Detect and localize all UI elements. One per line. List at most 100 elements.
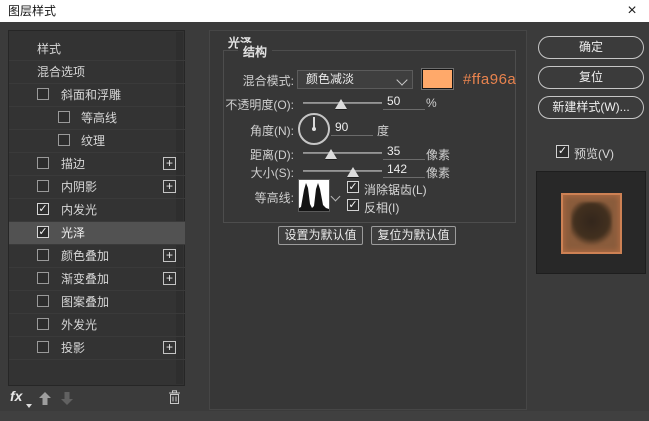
group-title: 结构 [238, 43, 272, 60]
opacity-label: 不透明度(O): [210, 96, 294, 113]
ok-button[interactable]: 确定 [538, 36, 644, 59]
sidebar-item-label: 等高线 [81, 107, 117, 129]
arrow-down-icon[interactable] [60, 391, 74, 411]
reset-default-button[interactable]: 复位为默认值 [371, 226, 456, 245]
blend-mode-value: 颜色减淡 [306, 72, 354, 86]
distance-slider-thumb[interactable] [325, 149, 337, 159]
effect-checkbox[interactable] [58, 134, 70, 146]
contour-thumbnail[interactable] [298, 179, 330, 212]
make-default-button[interactable]: 设置为默认值 [278, 226, 363, 245]
contour-label: 等高线: [210, 189, 294, 206]
size-input[interactable]: 142 [383, 162, 425, 178]
effect-checkbox[interactable]: ✓ [37, 226, 49, 238]
close-icon[interactable]: × [621, 0, 643, 22]
add-effect-icon[interactable]: + [163, 341, 176, 354]
angle-input[interactable]: 90 [331, 120, 373, 136]
effect-checkbox[interactable] [37, 272, 49, 284]
sidebar-item-outer-glow[interactable]: 外发光 [9, 314, 185, 337]
effect-checkbox[interactable] [37, 318, 49, 330]
sidebar-list: 样式混合选项斜面和浮雕等高线纹理描边 + 内阴影 + ✓ 内发光 ✓ 光泽颜色叠加+渐变叠加 +… [9, 38, 185, 360]
angle-hub [312, 127, 316, 131]
size-slider-thumb[interactable] [347, 167, 359, 177]
sidebar-item-gradient-overlay[interactable]: 渐变叠加 + [9, 268, 185, 291]
add-effect-icon[interactable]: + [163, 157, 176, 170]
size-slider-track[interactable] [303, 170, 382, 172]
fx-menu-caret-icon [26, 404, 32, 408]
invert-label: 反相(I) [364, 199, 399, 216]
chevron-down-icon [396, 74, 407, 85]
sidebar-item-label: 图案叠加 [61, 291, 109, 313]
effects-list-panel: 样式混合选项斜面和浮雕等高线纹理描边 + 内阴影 + ✓ 内发光 ✓ 光泽颜色叠加+渐变叠加 +… [8, 30, 185, 386]
distance-slider-track[interactable] [303, 152, 382, 154]
sidebar-item-label: 混合选项 [37, 61, 85, 83]
effect-checkbox[interactable] [37, 249, 49, 261]
add-effect-icon[interactable]: + [163, 180, 176, 193]
sidebar-item-satin[interactable]: ✓ 光泽 [9, 222, 185, 245]
fx-menu-button[interactable]: fx [10, 388, 22, 404]
sidebar-item-contour[interactable]: 等高线 [9, 107, 185, 130]
new-style-button[interactable]: 新建样式(W)... [538, 96, 644, 119]
reset-button[interactable]: 复位 [538, 66, 644, 89]
sidebar-item-label: 投影 [61, 337, 85, 359]
sidebar-item-stroke[interactable]: 描边 + [9, 153, 185, 176]
window-titlebar: 图层样式 × [0, 0, 649, 23]
sidebar-item-bevel-emboss[interactable]: 斜面和浮雕 [9, 84, 185, 107]
sidebar-item-label: 纹理 [81, 130, 105, 152]
arrow-up-icon[interactable] [38, 391, 52, 411]
preview-thumbnail [561, 193, 622, 254]
effect-checkbox[interactable] [58, 111, 70, 123]
effect-checkbox[interactable] [37, 157, 49, 169]
satin-settings-panel: 光泽 结构 混合模式: 颜色减淡 #ffa96a 不透明度(O): 50 % 角… [209, 30, 527, 410]
sidebar-item-color-overlay[interactable]: 颜色叠加+ [9, 245, 185, 268]
distance-label: 距离(D): [210, 146, 294, 163]
trash-icon[interactable] [168, 390, 181, 410]
effect-checkbox[interactable] [37, 341, 49, 353]
preview-thumbnail-core [571, 202, 612, 245]
size-label: 大小(S): [210, 164, 294, 181]
sidebar-item-label: 样式 [37, 38, 61, 60]
add-effect-icon[interactable]: + [163, 272, 176, 285]
effect-checkbox[interactable] [37, 180, 49, 192]
sidebar-item-inner-shadow[interactable]: 内阴影 + [9, 176, 185, 199]
blend-color-swatch[interactable] [422, 69, 453, 89]
dialog-body: 样式混合选项斜面和浮雕等高线纹理描边 + 内阴影 + ✓ 内发光 ✓ 光泽颜色叠加+渐变叠加 +… [0, 22, 649, 411]
opacity-unit: % [426, 96, 437, 110]
sidebar-item-styles[interactable]: 样式 [9, 38, 185, 61]
distance-unit: 像素 [426, 146, 450, 163]
sidebar-item-pattern-overlay[interactable]: 图案叠加 [9, 291, 185, 314]
sidebar-item-label: 内发光 [61, 199, 97, 221]
layer-style-dialog: { "window": { "title": "图层样式", "close_gl… [0, 0, 649, 421]
hex-annotation: #ffa96a [463, 71, 516, 88]
sidebar-item-label: 内阴影 [61, 176, 97, 198]
preview-label: 预览(V) [574, 145, 614, 162]
sidebar-item-inner-glow[interactable]: ✓ 内发光 [9, 199, 185, 222]
invert-checkbox[interactable]: ✓ [347, 199, 359, 211]
sidebar-item-label: 斜面和浮雕 [61, 84, 121, 106]
sidebar-item-texture[interactable]: 纹理 [9, 130, 185, 153]
contour-shape [299, 180, 329, 211]
blend-mode-label: 混合模式: [210, 72, 294, 89]
window-title: 图层样式 [8, 0, 56, 22]
sidebar-item-label: 描边 [61, 153, 85, 175]
effect-checkbox[interactable] [37, 88, 49, 100]
opacity-slider-thumb[interactable] [335, 99, 347, 109]
effect-checkbox[interactable]: ✓ [37, 203, 49, 215]
sidebar-item-label: 光泽 [61, 222, 85, 244]
angle-dial[interactable] [298, 113, 330, 145]
preview-checkbox[interactable]: ✓ [556, 145, 569, 158]
sidebar-item-blending-options[interactable]: 混合选项 [9, 61, 185, 84]
dialog-bottom-edge [0, 411, 649, 421]
add-effect-icon[interactable]: + [163, 249, 176, 262]
sidebar-item-label: 渐变叠加 [61, 268, 109, 290]
sidebar-item-label: 外发光 [61, 314, 97, 336]
antialias-checkbox[interactable]: ✓ [347, 181, 359, 193]
antialias-label: 消除锯齿(L) [364, 181, 427, 198]
opacity-input[interactable]: 50 [383, 94, 425, 110]
sidebar-item-drop-shadow[interactable]: 投影 + [9, 337, 185, 360]
angle-unit: 度 [377, 122, 389, 139]
blend-mode-select[interactable]: 颜色减淡 [297, 70, 413, 89]
effect-checkbox[interactable] [37, 295, 49, 307]
angle-label: 角度(N): [210, 122, 294, 139]
size-unit: 像素 [426, 164, 450, 181]
distance-input[interactable]: 35 [383, 144, 425, 160]
